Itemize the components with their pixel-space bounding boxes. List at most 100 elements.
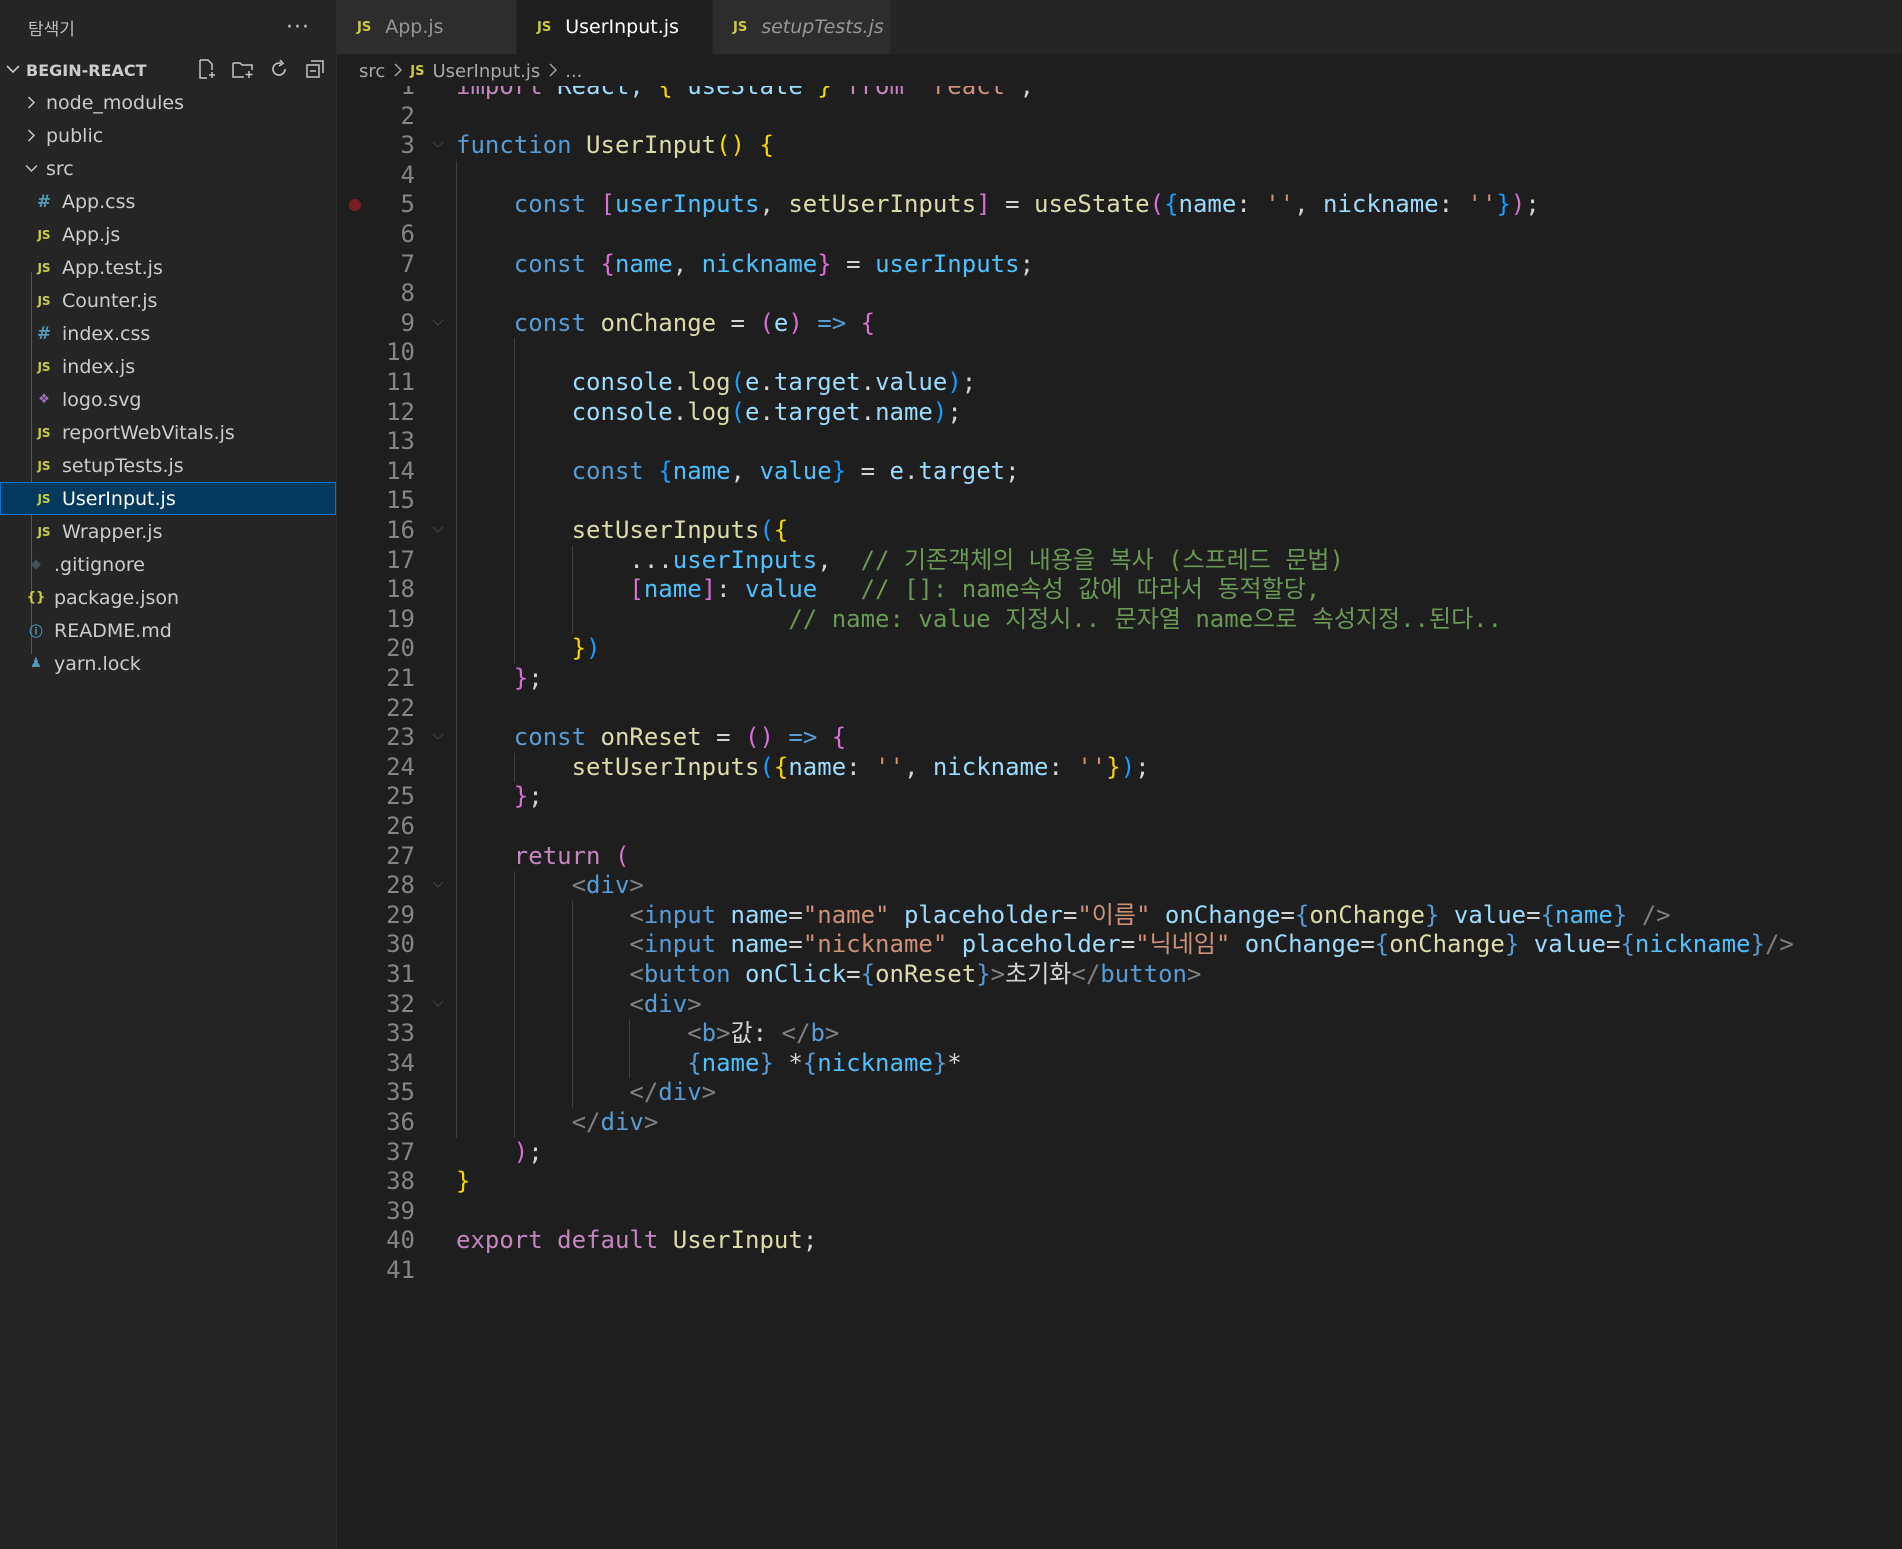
code-token: > xyxy=(643,1108,659,1136)
code-line[interactable]: 28 <div> xyxy=(337,871,1902,901)
code-token: b xyxy=(701,1019,717,1048)
code-token: input xyxy=(643,900,717,929)
tree-item-label: README.md xyxy=(54,619,172,642)
tree-item-readme-md[interactable]: ⓘ README.md xyxy=(0,614,336,647)
code-token: , xyxy=(817,545,861,574)
code-line[interactable]: 39 xyxy=(337,1197,1902,1227)
tree-item-app-js[interactable]: JS App.js xyxy=(0,218,336,251)
code-line[interactable]: 10 xyxy=(337,338,1902,368)
code-token: name xyxy=(1555,900,1613,929)
tree-item-gitignore[interactable]: ◆ .gitignore xyxy=(0,548,336,581)
line-number: 1 xyxy=(400,86,415,100)
code-line[interactable]: 5 const [userInputs, setUserInputs] = us… xyxy=(337,190,1902,220)
line-number: 36 xyxy=(386,1108,415,1136)
tab-userinput-js[interactable]: JS UserInput.js xyxy=(517,0,713,54)
new-folder-icon[interactable] xyxy=(230,56,256,82)
code-line[interactable]: 27 return ( xyxy=(337,842,1902,872)
code-token: name xyxy=(730,930,789,959)
code-line[interactable]: 9 const onChange = (e) => { xyxy=(337,309,1902,339)
tree-item-counter-js[interactable]: JS Counter.js xyxy=(0,284,336,317)
code-line[interactable]: 3 function UserInput() { xyxy=(337,131,1902,161)
code-line[interactable]: 7 const {name, nickname} = userInputs; xyxy=(337,250,1902,280)
refresh-icon[interactable] xyxy=(266,56,292,82)
line-number: 12 xyxy=(386,397,415,426)
code-text: export default UserInput; xyxy=(456,1226,817,1256)
line-number: 4 xyxy=(400,160,415,189)
fold-chevron-icon[interactable] xyxy=(432,990,444,1020)
breadcrumb-file[interactable]: UserInput.js xyxy=(432,61,540,82)
code-token: const xyxy=(513,190,587,219)
breadcrumb-folder[interactable]: src xyxy=(359,61,385,82)
chevron-down-icon[interactable] xyxy=(22,164,40,173)
tree-item-index-css[interactable]: # index.css xyxy=(0,317,336,350)
code-line[interactable]: 4 xyxy=(337,161,1902,191)
code-line[interactable]: 14 const {name, value} = e.target; xyxy=(337,457,1902,487)
code-line[interactable]: 8 xyxy=(337,279,1902,309)
line-number: 30 xyxy=(386,930,415,959)
code-line[interactable]: 23 const onReset = () => { xyxy=(337,723,1902,753)
code-token: { xyxy=(687,1048,702,1077)
code-line[interactable]: 25 }; xyxy=(337,782,1902,812)
code-line[interactable]: 24 setUserInputs({name: '', nickname: ''… xyxy=(337,753,1902,783)
code-line[interactable]: 40 export default UserInput; xyxy=(337,1226,1902,1256)
tree-item-wrapper-js[interactable]: JS Wrapper.js xyxy=(0,515,336,548)
tree-item-public[interactable]: public xyxy=(0,119,336,152)
line-number: 25 xyxy=(386,782,415,811)
tree-item-reportwebvitals-js[interactable]: JS reportWebVitals.js xyxy=(0,416,336,449)
code-editor[interactable]: 1 import React, { useState } from 'react'… xyxy=(337,86,1902,1549)
code-line[interactable]: 41 xyxy=(337,1256,1902,1286)
indent-guide xyxy=(513,338,515,664)
code-line[interactable]: 36 </div> xyxy=(337,1108,1902,1138)
fold-chevron-icon[interactable] xyxy=(432,723,444,753)
code-line[interactable]: 2 xyxy=(337,102,1902,132)
code-token: } xyxy=(1504,930,1520,959)
code-token: < xyxy=(571,871,587,900)
tree-item-src[interactable]: src xyxy=(0,152,336,185)
tree-item-logo-svg[interactable]: ❖ logo.svg xyxy=(0,383,336,416)
project-section-header[interactable]: BEGIN-REACT xyxy=(0,54,336,86)
tree-item-index-js[interactable]: JS index.js xyxy=(0,350,336,383)
code-line[interactable]: 12 console.log(e.target.name); xyxy=(337,398,1902,428)
code-line[interactable]: 15 xyxy=(337,486,1902,516)
new-file-icon[interactable] xyxy=(194,56,220,82)
tree-item-yarn-lock[interactable]: ♟ yarn.lock xyxy=(0,647,336,680)
code-token: import xyxy=(456,86,543,100)
chevron-right-icon[interactable] xyxy=(22,129,40,142)
tree-item-setuptests-js[interactable]: JS setupTests.js xyxy=(0,449,336,482)
collapse-all-icon[interactable] xyxy=(302,56,328,82)
tree-item-app-test-js[interactable]: JS App.test.js xyxy=(0,251,336,284)
code-token: = xyxy=(788,930,803,959)
more-actions-icon[interactable]: ··· xyxy=(286,15,310,40)
code-line[interactable]: 16 setUserInputs({ xyxy=(337,516,1902,546)
code-line[interactable]: 11 console.log(e.target.value); xyxy=(337,368,1902,398)
chevron-down-icon[interactable] xyxy=(6,62,26,78)
fold-chevron-icon[interactable] xyxy=(432,871,444,901)
code-line[interactable]: 21 }; xyxy=(337,664,1902,694)
code-line[interactable]: 26 xyxy=(337,812,1902,842)
code-line[interactable]: 1 import React, { useState } from 'react'… xyxy=(337,86,1902,102)
fold-chevron-icon[interactable] xyxy=(432,131,444,161)
code-line[interactable]: 13 xyxy=(337,427,1902,457)
code-line[interactable]: 37 ); xyxy=(337,1138,1902,1168)
code-line[interactable]: 6 xyxy=(337,220,1902,250)
code-token: ; xyxy=(961,368,977,396)
code-token: } xyxy=(513,664,529,692)
tree-item-node-modules[interactable]: node_modules xyxy=(0,86,336,119)
code-line[interactable]: 20 }) xyxy=(337,634,1902,664)
fold-chevron-icon[interactable] xyxy=(432,516,444,546)
code-line[interactable]: 38} xyxy=(337,1167,1902,1197)
tree-item-userinput-js[interactable]: JS UserInput.js xyxy=(0,482,336,515)
breadcrumb-symbol[interactable]: ... xyxy=(565,61,582,82)
code-token: "닉네임" xyxy=(1135,930,1231,959)
tree-item-package-json[interactable]: {} package.json xyxy=(0,581,336,614)
fold-chevron-icon[interactable] xyxy=(432,309,444,339)
line-number: 34 xyxy=(386,1048,415,1077)
tab-app-js[interactable]: JS App.js xyxy=(337,0,517,54)
tree-item-app-css[interactable]: # App.css xyxy=(0,185,336,218)
code-line[interactable]: 22 xyxy=(337,694,1902,724)
chevron-right-icon[interactable] xyxy=(22,96,40,109)
tab-setuptests-js[interactable]: JS setupTests.js xyxy=(713,0,891,54)
code-token: div xyxy=(586,871,630,900)
